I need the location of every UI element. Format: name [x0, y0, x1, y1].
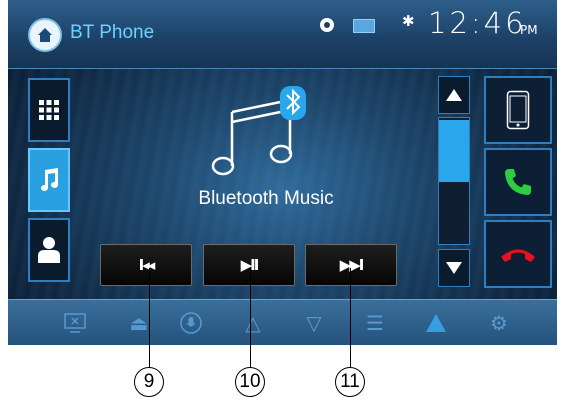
- sidebar-item-contacts[interactable]: [28, 218, 70, 282]
- volume-down-icon[interactable]: ▽: [301, 310, 327, 336]
- bottom-toolbar: ⏏ △ ▽ ☰ ⚙: [8, 299, 557, 345]
- screen-off-icon[interactable]: [62, 310, 88, 336]
- disc-icon: [320, 18, 334, 32]
- callout-line-11: [350, 268, 351, 368]
- microphone-icon[interactable]: [178, 310, 204, 336]
- bluetooth-music-icon: [211, 86, 306, 176]
- next-track-button[interactable]: ▶▶I: [305, 244, 397, 286]
- scrollbar-track[interactable]: [438, 117, 470, 245]
- play-pause-icon: ▶II: [240, 256, 260, 274]
- page-title: BT Phone: [70, 22, 155, 43]
- arrow-down-icon: [446, 262, 462, 274]
- bluetooth-status-icon: ✱: [402, 12, 415, 30]
- contacts-icon: [38, 237, 60, 263]
- previous-track-button[interactable]: I◂◂: [100, 244, 192, 286]
- play-pause-button[interactable]: ▶II: [203, 244, 295, 286]
- navigation-icon[interactable]: [423, 310, 449, 336]
- answer-call-button[interactable]: [484, 148, 552, 216]
- clock-ampm: PM: [520, 23, 538, 37]
- volume-up-icon[interactable]: △: [240, 310, 266, 336]
- home-button[interactable]: [28, 18, 62, 52]
- home-icon: [38, 28, 52, 42]
- settings-gear-icon[interactable]: ⚙: [486, 310, 512, 336]
- clock: 12:46: [428, 6, 527, 40]
- callout-line-9: [149, 268, 150, 368]
- equalizer-icon[interactable]: ☰: [362, 310, 388, 336]
- callout-line-10: [250, 268, 251, 368]
- scroll-up-button[interactable]: [438, 76, 470, 114]
- phone-hangup-icon: [501, 249, 535, 262]
- next-icon: ▶▶I: [339, 256, 365, 274]
- previous-icon: I◂◂: [138, 256, 156, 274]
- status-bar: BT Phone ✱ 12:46 PM: [8, 0, 557, 69]
- callout-10: 10: [235, 367, 265, 397]
- arrow-up-icon: [446, 89, 462, 101]
- callout-11: 11: [335, 367, 365, 397]
- phone-answer-icon: [505, 169, 531, 195]
- battery-icon: [353, 19, 375, 33]
- scroll-down-button[interactable]: [438, 249, 470, 287]
- smartphone-icon: [506, 90, 530, 130]
- sidebar-item-keypad[interactable]: [28, 78, 70, 142]
- phone-device-button[interactable]: [484, 76, 552, 144]
- head-unit-screen: BT Phone ✱ 12:46 PM Bluetooth Music I◂◂ …: [8, 0, 557, 345]
- keypad-icon: [39, 100, 59, 120]
- end-call-button[interactable]: [484, 220, 552, 288]
- callout-9: 9: [134, 367, 164, 397]
- scrollbar-thumb[interactable]: [439, 120, 469, 182]
